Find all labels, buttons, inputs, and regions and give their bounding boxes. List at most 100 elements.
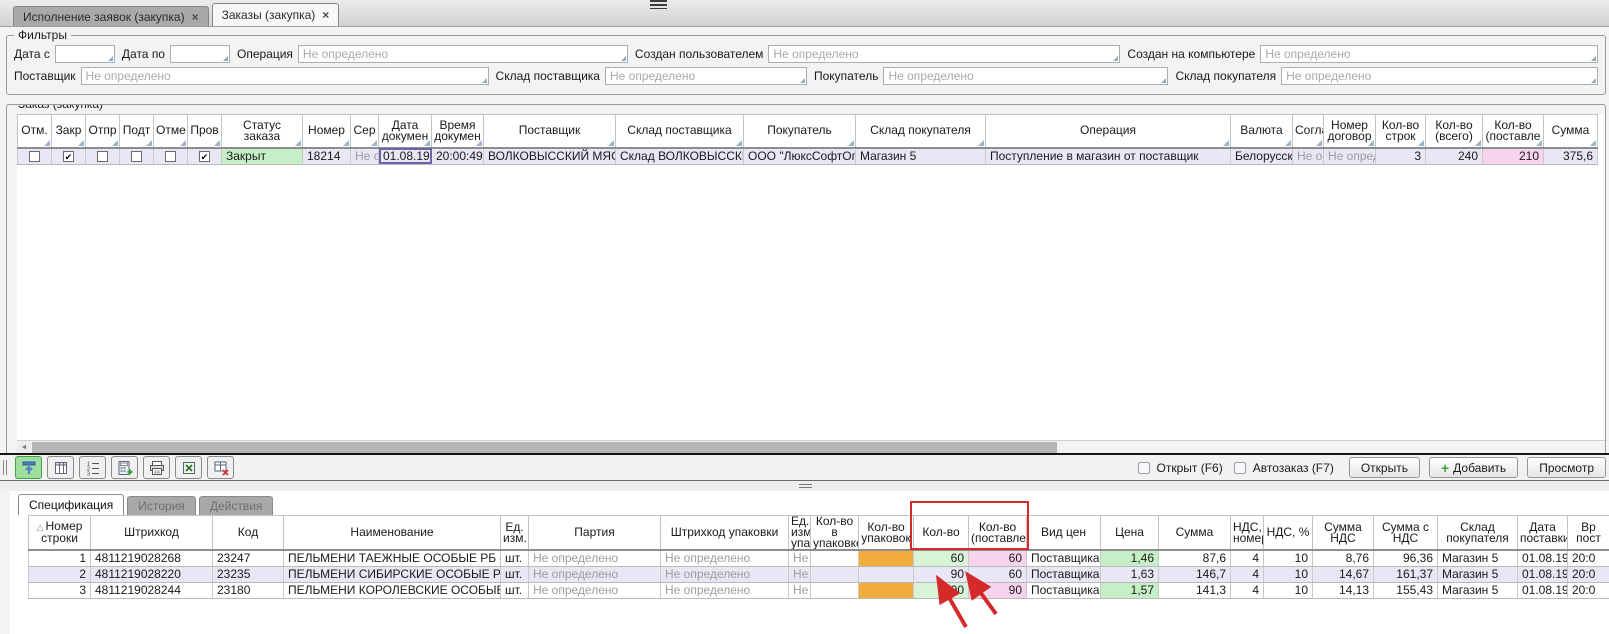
grid-cell[interactable]: 1,57 [1101, 583, 1159, 599]
grid-cell[interactable]: 14,67 [1313, 567, 1374, 583]
print-button[interactable] [143, 456, 170, 479]
checkbox-checked[interactable]: ✔ [199, 151, 210, 162]
column-header[interactable]: Партия [529, 516, 661, 551]
grid-cell[interactable]: 4 [1231, 583, 1264, 599]
column-header[interactable]: Номер [303, 115, 351, 148]
column-header[interactable]: Штрихкод [91, 516, 213, 551]
grid-cell[interactable]: 155,43 [1374, 583, 1438, 599]
column-header[interactable]: Закр [52, 115, 86, 148]
column-header[interactable]: Код [213, 516, 284, 551]
calculator-add-button[interactable] [111, 456, 138, 479]
grid-cell[interactable]: 20:0 [1568, 583, 1609, 599]
checkbox-unchecked[interactable] [97, 151, 108, 162]
column-header[interactable]: Штрихкод упаковки [661, 516, 789, 551]
column-header[interactable]: Вид цен [1027, 516, 1101, 551]
filter-input[interactable]: Не определено [1260, 45, 1598, 63]
grid-cell[interactable]: 3 [29, 583, 91, 599]
column-header[interactable]: Кол-во упаковок [859, 516, 914, 551]
column-header[interactable]: Ед. изм. [501, 516, 529, 551]
column-header[interactable]: Подт [120, 115, 154, 148]
checkbox-checked[interactable]: ✔ [63, 151, 74, 162]
grid-cell[interactable]: ВОЛКОВЫССКИЙ МЯСО [484, 148, 616, 165]
grid-cell[interactable]: Не о [789, 567, 811, 583]
column-header[interactable]: Номер договор [1324, 115, 1376, 148]
spec-tab[interactable]: Спецификация [18, 494, 124, 515]
grid-cell[interactable]: Поставщика (с [1027, 567, 1101, 583]
grid-cell[interactable]: Не о [789, 550, 811, 567]
grid-cell[interactable]: Склад ВОЛКОВЫССКИЙ [616, 148, 744, 165]
filter-input[interactable]: Не определено [298, 45, 628, 63]
filter-input[interactable]: Не определено [768, 45, 1120, 63]
filter-input[interactable] [170, 45, 230, 63]
column-header[interactable]: Согла [1293, 115, 1324, 148]
grid-cell[interactable]: 1,46 [1101, 550, 1159, 567]
grid-cell[interactable]: 23180 [213, 583, 284, 599]
document-tab[interactable]: Заказы (закупка) × [212, 3, 340, 26]
numbering-button[interactable]: 123 [79, 456, 106, 479]
column-header[interactable]: Отм. [18, 115, 52, 148]
column-header[interactable]: Статус заказа [222, 115, 303, 148]
autoorder-checkbox-label[interactable]: Автозаказ (F7) [1253, 461, 1334, 475]
tab-close-icon[interactable]: × [322, 9, 329, 21]
grid-cell[interactable]: 1 [29, 550, 91, 567]
grid-cell[interactable]: 90 [914, 583, 969, 599]
column-header[interactable]: Кол-во (поставле [969, 516, 1027, 551]
checkbox-unchecked[interactable] [131, 151, 142, 162]
column-header[interactable]: Сер [351, 115, 379, 148]
column-header[interactable]: Склад покупателя [856, 115, 986, 148]
grid-cell[interactable]: 18214 [303, 148, 351, 165]
column-header[interactable]: Поставщик [484, 115, 616, 148]
grid-cell[interactable]: 10 [1264, 567, 1313, 583]
grid-cell[interactable]: шт. [501, 583, 529, 599]
horizontal-scrollbar[interactable]: ◄ [17, 440, 1605, 453]
column-header[interactable]: Покупатель [744, 115, 856, 148]
grid-cell[interactable]: 96,36 [1374, 550, 1438, 567]
column-header[interactable]: Сумма с НДС [1374, 516, 1438, 551]
column-header[interactable]: Кол-во (поставле [1483, 115, 1544, 148]
column-header[interactable]: Вр пост [1568, 516, 1609, 551]
grid-cell[interactable]: 01.08.19 [1518, 550, 1568, 567]
column-header[interactable]: Ед. изм. упак [789, 516, 811, 551]
grid-cell[interactable] [811, 550, 859, 567]
column-header[interactable]: НДС, номер [1231, 516, 1264, 551]
filter-input[interactable]: Не определено [883, 67, 1168, 85]
open-checkbox-label[interactable]: Открыт (F6) [1157, 461, 1223, 475]
grid-cell[interactable]: Не о [789, 583, 811, 599]
filter-input[interactable] [55, 45, 115, 63]
open-checkbox[interactable] [1138, 462, 1150, 474]
column-header[interactable]: НДС, % [1264, 516, 1313, 551]
grid-cell[interactable]: Поставщика (с [1027, 550, 1101, 567]
grid-cell[interactable]: ПЕЛЬМЕНИ СИБИРСКИЕ ОСОБЫЕ РБ 45 [284, 567, 501, 583]
column-header[interactable]: Дата докумен [379, 115, 432, 148]
grid-cell[interactable]: 161,37 [1374, 567, 1438, 583]
column-header[interactable]: Сумма НДС [1313, 516, 1374, 551]
column-header[interactable]: Сумма [1159, 516, 1231, 551]
grid-cell[interactable]: 01.08.19 [1518, 567, 1568, 583]
column-header[interactable]: Время докумен [432, 115, 484, 148]
grid-cell[interactable]: Не определено [661, 567, 789, 583]
column-header[interactable]: Кол-во строк [1376, 115, 1426, 148]
horizontal-splitter[interactable] [0, 481, 1609, 491]
column-header[interactable]: Склад поставщика [616, 115, 744, 148]
grid-cell[interactable]: Не опр [1293, 148, 1324, 165]
grid-cell[interactable]: 01.08.19 [379, 148, 432, 165]
autoorder-checkbox[interactable] [1234, 462, 1246, 474]
view-button[interactable]: Просмотр [1527, 457, 1606, 478]
grid-cell[interactable]: ПЕЛЬМЕНИ ТАЕЖНЫЕ ОСОБЫЕ РБ 450Г [284, 550, 501, 567]
grid-cell[interactable]: 2 [29, 567, 91, 583]
splitter-grip-top-icon[interactable] [650, 0, 667, 9]
grid-cell[interactable]: 60 [914, 550, 969, 567]
grid-cell[interactable]: шт. [501, 567, 529, 583]
grid-cell[interactable]: ✔ [188, 148, 222, 165]
scrollbar-thumb[interactable] [32, 442, 1057, 453]
grid-cell[interactable]: 60 [969, 550, 1027, 567]
grid-cell[interactable]: 146,7 [1159, 567, 1231, 583]
grid-cell[interactable]: 14,13 [1313, 583, 1374, 599]
scroll-left-arrow-icon[interactable]: ◄ [17, 441, 31, 453]
checkbox-unchecked[interactable] [29, 151, 40, 162]
column-header[interactable]: Отме [154, 115, 188, 148]
grid-cell[interactable]: 375,6 [1544, 148, 1598, 165]
columns-button[interactable] [47, 456, 74, 479]
grid-cell[interactable]: 3 [1376, 148, 1426, 165]
grid-cell[interactable]: 23247 [213, 550, 284, 567]
